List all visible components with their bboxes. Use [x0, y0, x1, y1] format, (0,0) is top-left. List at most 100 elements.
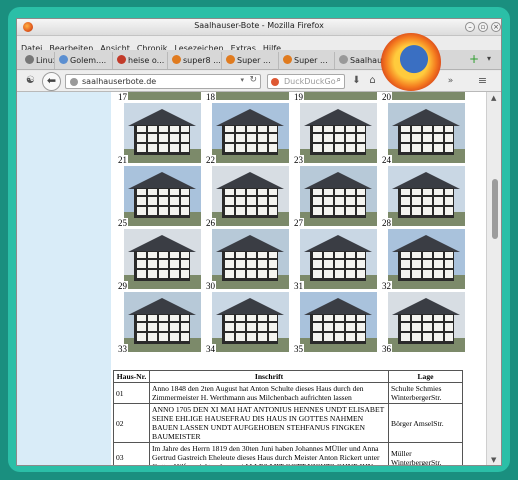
menu-icon[interactable]: ≡	[475, 74, 490, 89]
history-dropdown-icon[interactable]: ▾	[240, 76, 244, 84]
house-photo[interactable]	[124, 166, 201, 226]
tab-2[interactable]: Golem....	[55, 52, 113, 69]
house-photo[interactable]	[388, 229, 465, 289]
downloads-icon[interactable]: ⬇	[349, 74, 364, 89]
maximize-button[interactable]: ▫	[478, 22, 488, 32]
house-photo[interactable]	[124, 229, 201, 289]
house-photo[interactable]	[300, 292, 377, 352]
duckduckgo-icon	[271, 78, 279, 86]
browser-window: Saalhauser-Bote - Mozilla Firefox – ▫ × …	[16, 18, 502, 466]
tab-list-icon[interactable]: ▾	[487, 54, 491, 63]
house-photo[interactable]	[300, 229, 377, 289]
photo-number: 27	[293, 218, 304, 228]
tab-6[interactable]: Super ...	[279, 52, 335, 69]
house-photo[interactable]	[124, 292, 201, 352]
photo-cell[interactable]: 35	[293, 292, 379, 354]
photo-cell[interactable]: 22	[205, 103, 291, 165]
photo-cell[interactable]: 21	[117, 103, 203, 165]
scroll-down-icon[interactable]: ▼	[491, 456, 496, 464]
photo-number: 23	[293, 155, 304, 165]
photo-cell[interactable]: 32	[381, 229, 467, 291]
house-photo[interactable]	[212, 166, 289, 226]
cell-inschrift: ANNO 1705 DEN XI MAI HAT ANTONIUS HENNES…	[149, 403, 389, 443]
reload-icon[interactable]: ↻	[249, 75, 257, 85]
photo-cell[interactable]: 24	[381, 103, 467, 165]
photo-cell[interactable]: 31	[293, 229, 379, 291]
close-button[interactable]: ×	[491, 22, 501, 32]
house-photo[interactable]	[388, 292, 465, 352]
photo-cell[interactable]: 29	[117, 229, 203, 291]
header-inschrift: Inschrift	[149, 370, 389, 383]
search-bar[interactable]: DuckDuckGo ⌕	[267, 74, 345, 89]
house-photo[interactable]	[300, 92, 377, 100]
photo-number: 35	[293, 344, 304, 354]
tab-4[interactable]: super8 ...	[168, 52, 222, 69]
house-photo[interactable]	[124, 103, 201, 163]
house-photo[interactable]	[388, 92, 465, 100]
folder-icon	[25, 55, 34, 64]
search-icon[interactable]: ⌕	[337, 75, 341, 85]
scrollbar-thumb[interactable]	[492, 179, 498, 239]
overflow-chevron-icon[interactable]: »	[443, 74, 458, 89]
title-bar[interactable]: Saalhauser-Bote - Mozilla Firefox – ▫ ×	[17, 19, 501, 36]
house-photo[interactable]	[388, 103, 465, 163]
photo-cell[interactable]: 20	[381, 92, 467, 102]
photo-number: 32	[381, 281, 392, 291]
photo-cell[interactable]: 33	[117, 292, 203, 354]
page-sidebar	[17, 92, 111, 465]
cell-lage: Schulte Schmies WinterbergerStr.	[388, 382, 463, 404]
house-photo[interactable]	[212, 103, 289, 163]
house-photo[interactable]	[388, 166, 465, 226]
search-placeholder: DuckDuckGo	[284, 77, 336, 86]
photo-number: 24	[381, 155, 392, 165]
table-row: 02 ANNO 1705 DEN XI MAI HAT ANTONIUS HEN…	[113, 403, 463, 443]
photo-number: 26	[205, 218, 216, 228]
sidebar-toggle-icon[interactable]: ☯	[23, 74, 38, 89]
home-icon[interactable]: ⌂	[365, 74, 380, 89]
header-lage: Lage	[388, 370, 463, 383]
site-info-icon[interactable]	[70, 78, 78, 86]
cell-nr: 03	[113, 442, 150, 465]
new-tab-icon[interactable]: +	[469, 52, 479, 66]
photo-cell[interactable]: 17	[117, 92, 203, 102]
house-photo[interactable]	[212, 292, 289, 352]
photo-cell[interactable]: 34	[205, 292, 291, 354]
cell-inschrift: Anno 1848 den 2ten August hat Anton Schu…	[149, 382, 389, 404]
photo-cell[interactable]: 25	[117, 166, 203, 228]
photo-number: 28	[381, 218, 392, 228]
house-photo[interactable]	[300, 103, 377, 163]
photo-cell[interactable]: 30	[205, 229, 291, 291]
back-button[interactable]: ⬅	[42, 72, 61, 91]
tab-label: heise o...	[128, 56, 165, 65]
house-photo[interactable]	[124, 92, 201, 100]
photo-cell[interactable]: 26	[205, 166, 291, 228]
house-photo[interactable]	[300, 166, 377, 226]
tab-label: super8 ...	[183, 56, 221, 65]
photo-number: 25	[117, 218, 128, 228]
photo-cell[interactable]: 23	[293, 103, 379, 165]
photo-cell[interactable]: 28	[381, 166, 467, 228]
tab-1[interactable]: Linux	[21, 52, 55, 69]
photo-cell[interactable]: 18	[205, 92, 291, 102]
url-bar[interactable]: saalhauserbote.de ▾ ↻	[65, 74, 261, 89]
tab-5[interactable]: Super ...	[222, 52, 279, 69]
photo-number: 33	[117, 344, 128, 354]
cell-nr: 01	[113, 382, 150, 404]
photo-number: 18	[205, 92, 216, 102]
super8-icon	[172, 55, 181, 64]
table-row: 03 Im Jahre des Herrn 1819 den 30ten Jun…	[113, 442, 463, 465]
vertical-scrollbar[interactable]: ▲ ▼	[486, 92, 501, 465]
cell-nr: 02	[113, 403, 150, 443]
minimize-button[interactable]: –	[465, 22, 475, 32]
photo-number: 20	[381, 92, 392, 102]
tab-3[interactable]: heise o...	[113, 52, 168, 69]
photo-cell[interactable]: 36	[381, 292, 467, 354]
photo-cell[interactable]: 19	[293, 92, 379, 102]
cell-lage: Müller WinterbergerStr.	[388, 442, 463, 465]
scroll-up-icon[interactable]: ▲	[491, 94, 496, 102]
house-photo[interactable]	[212, 92, 289, 100]
photo-number: 36	[381, 344, 392, 354]
photo-cell[interactable]: 27	[293, 166, 379, 228]
tab-label: Super ...	[294, 56, 328, 65]
house-photo[interactable]	[212, 229, 289, 289]
